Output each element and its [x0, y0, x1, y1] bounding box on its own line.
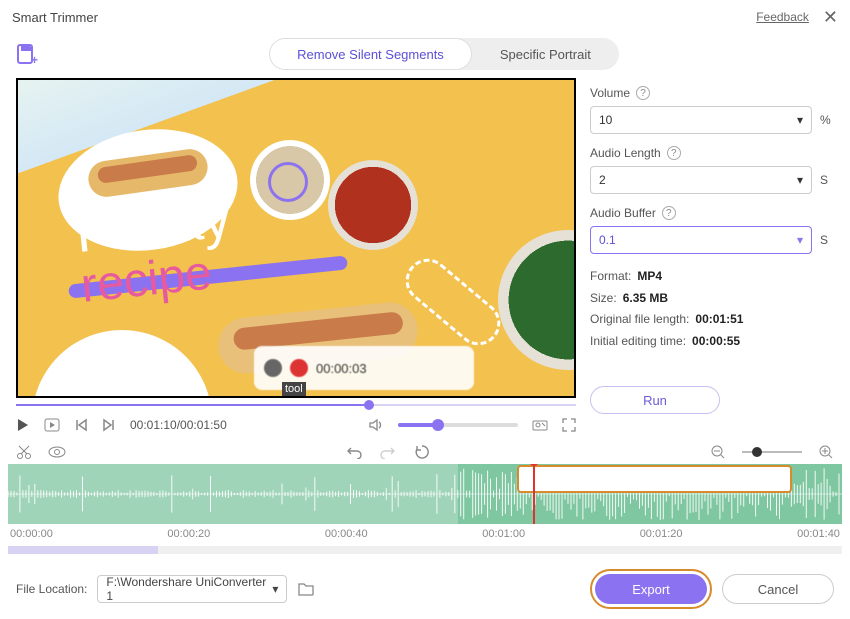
audio-buffer-label: Audio Buffer	[590, 206, 656, 220]
segment-bar	[8, 546, 842, 554]
format-value: MP4	[637, 269, 662, 283]
reset-button[interactable]	[414, 444, 430, 460]
volume-icon[interactable]	[368, 418, 384, 432]
next-button[interactable]	[102, 418, 116, 432]
volume-unit: %	[820, 113, 834, 127]
help-icon[interactable]: ?	[662, 206, 676, 220]
tooltip: tool	[282, 382, 306, 396]
add-file-button[interactable]: +	[16, 43, 38, 65]
chevron-down-icon: ▾	[797, 233, 803, 247]
size-label: Size:	[590, 291, 617, 305]
close-icon[interactable]: ✕	[823, 7, 838, 28]
play-range-button[interactable]	[44, 418, 60, 432]
time-tick: 00:01:40	[797, 528, 840, 540]
chevron-down-icon: ▾	[797, 113, 803, 127]
time-tick: 00:00:20	[167, 528, 210, 540]
mode-segmented-control: Remove Silent Segments Specific Portrait	[269, 38, 619, 70]
format-label: Format:	[590, 269, 631, 283]
help-icon[interactable]: ?	[667, 146, 681, 160]
window-title: Smart Trimmer	[12, 10, 98, 25]
snapshot-button[interactable]	[532, 418, 548, 432]
cancel-button[interactable]: Cancel	[722, 574, 834, 604]
time-tick: 00:00:00	[10, 528, 53, 540]
orig-length-value: 00:01:51	[695, 312, 743, 326]
video-preview[interactable]: Fridayrecipe 00:00:03 tool	[16, 78, 576, 398]
audio-buffer-select[interactable]: 0.1▾	[590, 226, 812, 254]
redo-button[interactable]	[380, 444, 396, 460]
buffer-unit: S	[820, 233, 834, 247]
zoom-in-button[interactable]	[818, 444, 834, 460]
size-value: 6.35 MB	[623, 291, 668, 305]
init-time-value: 00:00:55	[692, 334, 740, 348]
play-button[interactable]	[16, 418, 30, 432]
tab-remove-silent[interactable]: Remove Silent Segments	[269, 38, 472, 70]
time-tick: 00:01:00	[482, 528, 525, 540]
init-time-label: Initial editing time:	[590, 334, 686, 348]
svg-text:+: +	[31, 53, 38, 65]
length-unit: S	[820, 173, 834, 187]
audio-length-select[interactable]: 2▾	[590, 166, 812, 194]
scrub-bar[interactable]	[16, 400, 576, 410]
export-highlight: Export	[590, 569, 712, 609]
volume-select[interactable]: 10▾	[590, 106, 812, 134]
prev-button[interactable]	[74, 418, 88, 432]
time-tick: 00:00:40	[325, 528, 368, 540]
export-button[interactable]: Export	[595, 574, 707, 604]
file-location-label: File Location:	[16, 582, 87, 596]
playhead[interactable]	[533, 464, 535, 524]
file-location-select[interactable]: F:\Wondershare UniConverter 1▾	[97, 575, 287, 603]
zoom-out-button[interactable]	[710, 444, 726, 460]
chevron-down-icon: ▾	[272, 582, 278, 596]
zoom-slider[interactable]	[742, 451, 802, 453]
waveform[interactable]	[8, 464, 842, 524]
eye-button[interactable]	[48, 445, 66, 459]
undo-button[interactable]	[346, 444, 362, 460]
open-folder-button[interactable]	[297, 581, 315, 597]
fullscreen-button[interactable]	[562, 418, 576, 432]
audio-length-label: Audio Length	[590, 146, 661, 160]
tab-specific-portrait[interactable]: Specific Portrait	[472, 38, 619, 70]
help-icon[interactable]: ?	[636, 86, 650, 100]
playback-time: 00:01:10/00:01:50	[130, 418, 227, 432]
overlay-text-bottom: recipe	[79, 247, 215, 313]
volume-slider[interactable]	[398, 423, 518, 427]
orig-length-label: Original file length:	[590, 312, 689, 326]
rec-time: 00:00:03	[316, 361, 367, 376]
cut-button[interactable]	[16, 444, 32, 460]
time-tick: 00:01:20	[640, 528, 683, 540]
run-button[interactable]: Run	[590, 386, 720, 414]
volume-label: Volume	[590, 86, 630, 100]
feedback-link[interactable]: Feedback	[756, 10, 809, 24]
chevron-down-icon: ▾	[797, 173, 803, 187]
